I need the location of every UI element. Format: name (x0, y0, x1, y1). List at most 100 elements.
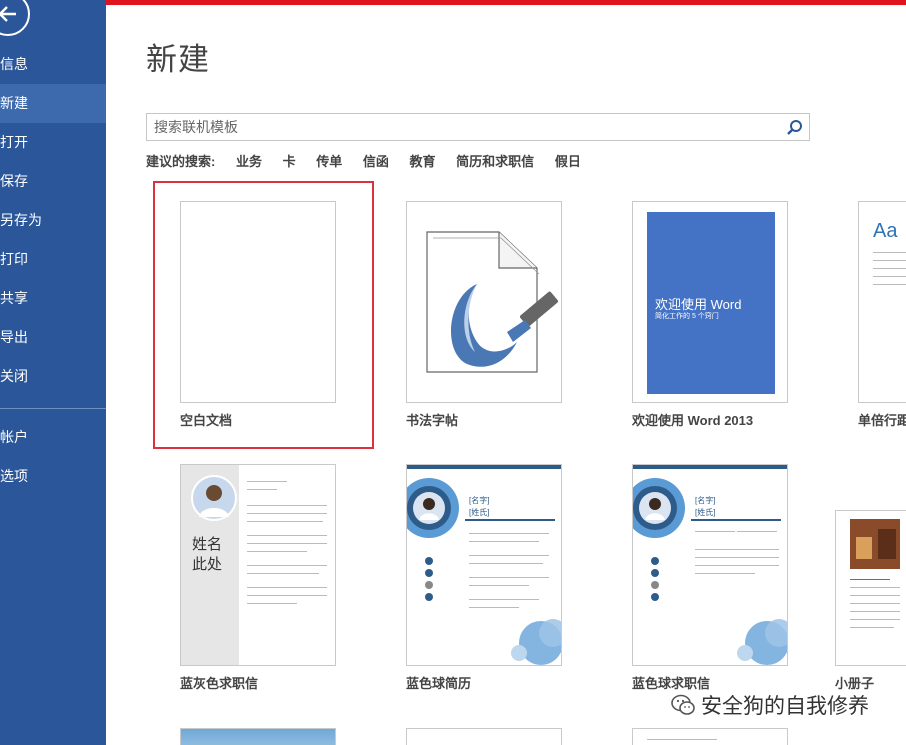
contact-icons (425, 557, 433, 601)
watermark: 安全狗的自我修养 (670, 690, 869, 720)
avatar (407, 478, 459, 538)
decorative-circles (737, 619, 787, 665)
suggested-link-flyer[interactable]: 传单 (316, 154, 342, 169)
text-line (850, 611, 900, 612)
letter-first-name: [名字] (695, 496, 716, 505)
text-line (695, 531, 735, 532)
text-line (850, 619, 900, 620)
sidebar-item-export[interactable]: 导出 (0, 318, 106, 357)
text-line (873, 268, 906, 269)
sidebar-item-open[interactable]: 打开 (0, 123, 106, 162)
sidebar-item-close[interactable]: 关闭 (0, 357, 106, 396)
text-line (469, 599, 539, 600)
decorative-circles (511, 619, 561, 665)
text-line (247, 513, 327, 514)
search-icon[interactable] (786, 119, 803, 136)
template-blank-label[interactable]: 空白文档 (180, 410, 232, 429)
template-single-spacing-label[interactable]: 单倍行距 (858, 410, 906, 429)
text-line (850, 595, 900, 596)
template-row3-thumbnail-3[interactable] (632, 728, 788, 745)
text-line (247, 565, 327, 566)
welcome-cover: 欢迎使用 Word 简化工作的 5 个窍门 (647, 212, 775, 394)
text-line (695, 557, 779, 558)
template-blue-resume-thumbnail[interactable]: [名字] [姓氏] (406, 464, 562, 666)
template-row3-thumbnail-2[interactable] (406, 728, 562, 745)
sidebar-item-save-as[interactable]: 另存为 (0, 201, 106, 240)
resume-header-bar (633, 465, 787, 469)
text-line (247, 551, 307, 552)
page-title: 新建 (146, 42, 210, 77)
template-row3-thumbnail-1[interactable] (180, 728, 336, 745)
template-calligraphy-thumbnail[interactable] (406, 201, 562, 403)
text-line (247, 603, 297, 604)
suggested-link-letter[interactable]: 信函 (363, 154, 389, 169)
resume-first-name: [名字] (469, 496, 490, 505)
sidebar-item-info[interactable]: 信息 (0, 45, 106, 84)
suggested-label: 建议的搜索: (146, 154, 216, 169)
resume-last-name: [姓氏] (469, 508, 490, 517)
text-line (469, 555, 549, 556)
text-line (247, 587, 327, 588)
text-line (737, 531, 777, 532)
resume-name-last: 此处 (192, 556, 223, 573)
search-input[interactable] (147, 114, 777, 140)
template-calligraphy-label[interactable]: 书法字帖 (406, 410, 458, 429)
text-line (695, 573, 755, 574)
text-line (850, 579, 890, 580)
sidebar-item-share[interactable]: 共享 (0, 279, 106, 318)
text-line (873, 276, 906, 277)
wechat-icon (671, 694, 695, 715)
suggested-link-business[interactable]: 业务 (236, 154, 262, 169)
sidebar-item-options[interactable]: 选项 (0, 457, 106, 496)
template-welcome-label[interactable]: 欢迎使用 Word 2013 (632, 410, 753, 429)
letter-divider (691, 519, 781, 521)
template-blue-resume-label[interactable]: 蓝色球简历 (406, 673, 471, 692)
letter-last-name: [姓氏] (695, 508, 716, 517)
watermark-text: 安全狗的自我修养 (701, 695, 869, 718)
sidebar-item-print[interactable]: 打印 (0, 240, 106, 279)
sidebar-item-new[interactable]: 新建 (0, 84, 106, 123)
welcome-cover-subtitle: 简化工作的 5 个窍门 (655, 313, 719, 320)
template-blank-thumbnail[interactable] (180, 201, 336, 403)
sidebar: 信息 新建 打开 保存 另存为 打印 共享 导出 关闭 帐户 选项 (0, 0, 106, 745)
suggested-link-card[interactable]: 卡 (283, 154, 296, 169)
text-line (850, 587, 900, 588)
text-line (247, 535, 327, 536)
text-line (469, 563, 543, 564)
text-line (873, 260, 906, 261)
avatar (191, 475, 237, 521)
text-line (247, 505, 327, 506)
template-blue-cover-letter-thumbnail[interactable]: [名字] [姓氏] (632, 464, 788, 666)
text-line (469, 607, 519, 608)
template-booklet-thumbnail[interactable] (835, 510, 906, 666)
text-line (247, 543, 327, 544)
resume-name-first: 姓名 (192, 536, 223, 553)
text-line (850, 627, 894, 628)
suggested-link-resume[interactable]: 简历和求职信 (456, 154, 534, 169)
title-accent-bar (106, 0, 906, 5)
template-gray-cover-letter-thumbnail[interactable]: 姓名 此处 (180, 464, 336, 666)
text-line (247, 573, 319, 574)
back-button[interactable] (0, 0, 30, 36)
template-single-spacing-thumbnail[interactable]: Aa (858, 201, 906, 403)
search-box (146, 113, 810, 141)
text-line (247, 489, 277, 490)
sidebar-item-account[interactable]: 帐户 (0, 418, 106, 457)
text-line (469, 533, 549, 534)
sidebar-item-save[interactable]: 保存 (0, 162, 106, 201)
suggested-link-holiday[interactable]: 假日 (555, 154, 581, 169)
text-line (647, 739, 717, 740)
avatar (633, 478, 685, 538)
suggested-searches: 建议的搜索: 业务 卡 传单 信函 教育 简历和求职信 假日 (146, 151, 598, 170)
text-line (469, 577, 549, 578)
booklet-photo (850, 519, 900, 569)
suggested-link-education[interactable]: 教育 (410, 154, 436, 169)
text-line (469, 585, 529, 586)
text-line (247, 481, 287, 482)
arrow-left-icon (0, 6, 16, 22)
text-line (695, 565, 779, 566)
template-gray-cover-letter-label[interactable]: 蓝灰色求职信 (180, 673, 258, 692)
template-welcome-thumbnail[interactable]: 欢迎使用 Word 简化工作的 5 个窍门 (632, 201, 788, 403)
text-line (247, 521, 323, 522)
text-line (850, 603, 900, 604)
